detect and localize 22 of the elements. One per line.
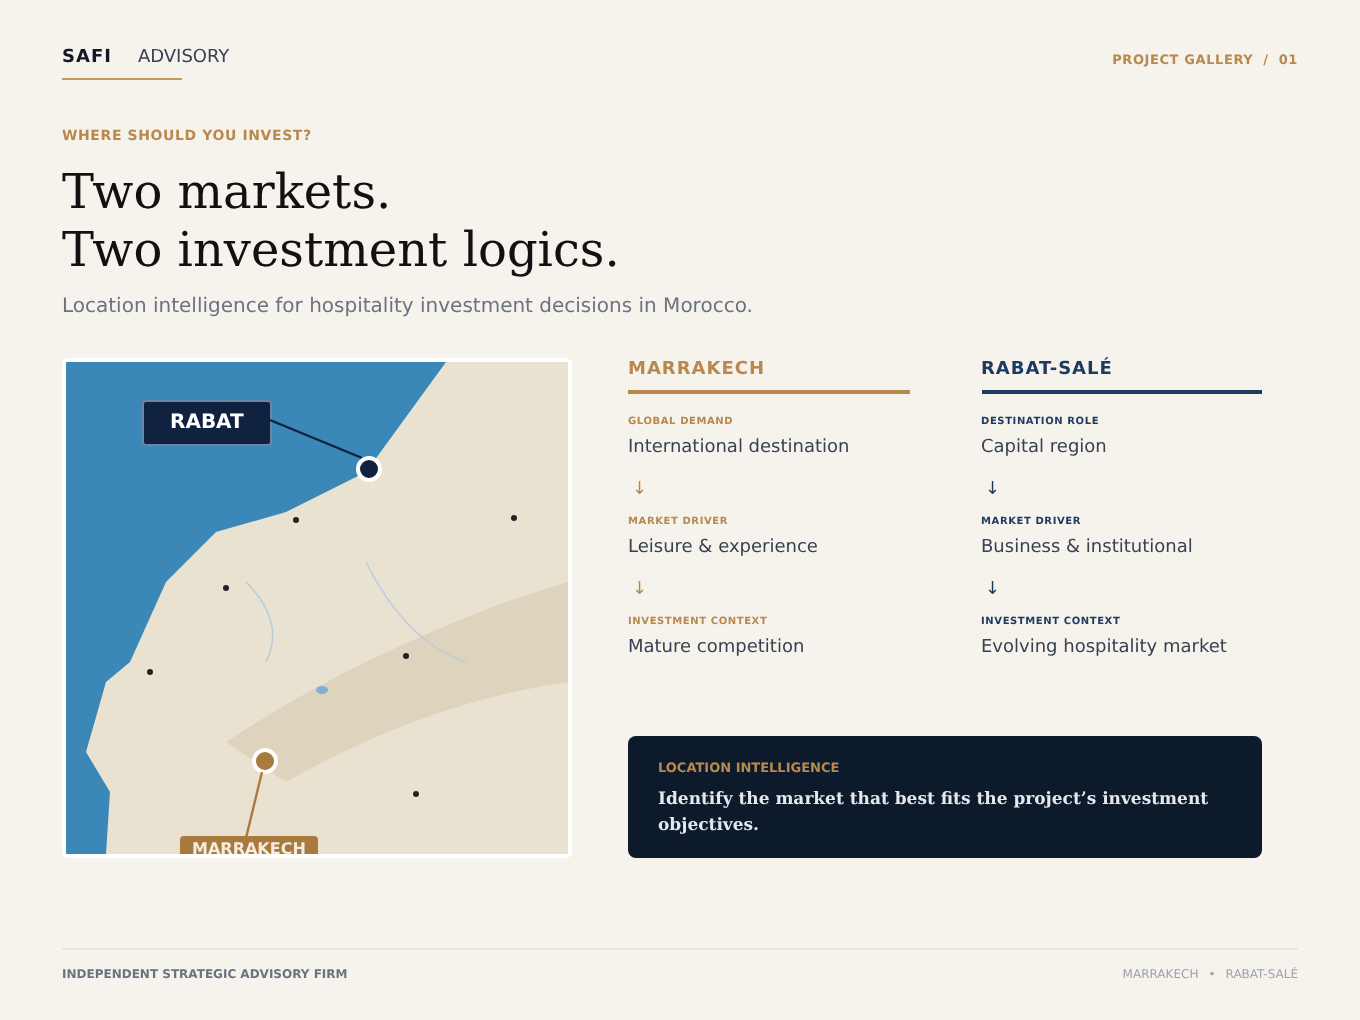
leader-line (270, 417, 362, 459)
step-value: Leisure & experience (628, 535, 820, 559)
step-value: Capital region (981, 435, 1109, 459)
market-title: RABAT-SALÉ (981, 357, 1115, 381)
down-arrow: ↓ (983, 577, 1003, 601)
step-value: International destination (628, 435, 852, 459)
subtitle: Location intelligence for hospitality investment decisions in Morocco. (62, 293, 755, 321)
brand-suffix: ADVISORY (137, 46, 230, 70)
map-pin-label: RABAT (142, 399, 272, 445)
headline: Two markets. (62, 163, 394, 221)
leader-line (244, 771, 264, 837)
brand-underline (62, 78, 182, 80)
down-arrow: ↓ (630, 577, 650, 601)
step-value: Evolving hospitality market (981, 635, 1229, 659)
down-arrow: ↓ (983, 477, 1003, 501)
step-value: Business & institutional (981, 535, 1195, 559)
callout-text: Identify the market that best fits the project’s investment objectives. (658, 788, 1211, 840)
down-arrow: ↓ (630, 477, 650, 501)
brand-name: SAFI (62, 46, 112, 70)
step-value: Mature competition (628, 635, 807, 659)
market-title: MARRAKECH (628, 357, 768, 381)
headline: Two investment logics. (62, 221, 622, 279)
